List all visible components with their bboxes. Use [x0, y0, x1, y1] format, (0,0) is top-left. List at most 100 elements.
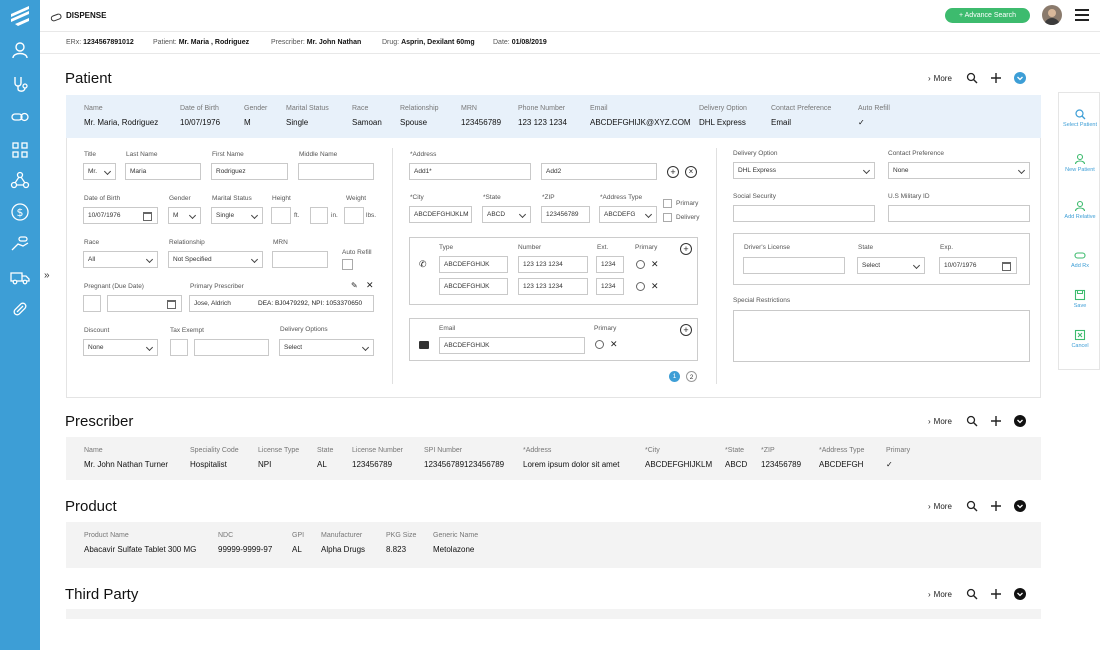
- add-icon[interactable]: [990, 415, 1002, 427]
- expand-sidebar-icon[interactable]: »: [44, 270, 50, 281]
- expand-down-icon[interactable]: [1013, 588, 1026, 600]
- patient-summary-value: 10/07/1976: [180, 118, 221, 127]
- phone-number-input[interactable]: 123 123 1234: [518, 256, 588, 273]
- new-patient-button[interactable]: New Patient: [1059, 153, 1100, 173]
- add-icon[interactable]: [990, 500, 1002, 512]
- brand-logo-icon[interactable]: [9, 5, 31, 27]
- expand-down-icon[interactable]: [1013, 415, 1026, 427]
- stethoscope-icon[interactable]: [10, 74, 30, 94]
- city-input[interactable]: ABCDEFGHIJKLM: [409, 206, 472, 223]
- remove-phone-icon[interactable]: ✕: [651, 282, 659, 291]
- prescriber-summary-value: 123456789123456789: [424, 460, 505, 469]
- capsule-icon[interactable]: [10, 299, 30, 319]
- network-icon[interactable]: [10, 170, 30, 190]
- phone-type-input[interactable]: ABCDEFGHIJK: [439, 256, 508, 273]
- add-icon[interactable]: [990, 72, 1002, 84]
- page-2-button[interactable]: 2: [686, 371, 697, 382]
- height-ft-input[interactable]: [271, 207, 291, 224]
- page-1-button[interactable]: 1: [669, 371, 680, 382]
- discount-select[interactable]: None: [83, 339, 158, 356]
- race-select[interactable]: All: [83, 251, 158, 268]
- tax-exempt-input[interactable]: [194, 339, 269, 356]
- search-icon[interactable]: [966, 588, 978, 600]
- phone-primary-radio[interactable]: [636, 282, 645, 291]
- patient-more-button[interactable]: › More: [928, 74, 952, 83]
- drivers-license-input[interactable]: [743, 257, 845, 274]
- prescriber-summary: Name Mr. John Nathan Turner Speciality Cod…: [66, 437, 1041, 480]
- avatar[interactable]: [1042, 5, 1062, 25]
- select-patient-button[interactable]: Select Patient: [1059, 108, 1100, 128]
- weight-input[interactable]: [344, 207, 364, 224]
- address1-input[interactable]: Add1*: [409, 163, 531, 180]
- phone-ext-input[interactable]: 1234: [596, 278, 624, 295]
- search-icon[interactable]: [966, 415, 978, 427]
- remove-phone-icon[interactable]: ✕: [651, 260, 659, 269]
- gender-select[interactable]: M: [168, 207, 201, 224]
- collapse-up-icon[interactable]: [1013, 72, 1026, 84]
- email-primary-radio[interactable]: [595, 340, 604, 349]
- autorefill-checkbox[interactable]: [342, 259, 353, 270]
- remove-address-icon[interactable]: ×: [685, 166, 697, 178]
- phone-type-input[interactable]: ABCDEFGHIJK: [439, 278, 508, 295]
- edit-icon[interactable]: ✎: [351, 281, 358, 290]
- advance-search-button[interactable]: + Advance Search: [945, 8, 1030, 23]
- add-icon[interactable]: [990, 588, 1002, 600]
- pills-icon[interactable]: [10, 107, 30, 127]
- add-address-icon[interactable]: +: [667, 166, 679, 178]
- marital-select[interactable]: Single: [211, 207, 263, 224]
- add-email-icon[interactable]: +: [680, 324, 692, 336]
- save-button[interactable]: Save: [1059, 289, 1100, 309]
- military-id-input[interactable]: [888, 205, 1030, 222]
- remove-email-icon[interactable]: ✕: [610, 340, 618, 349]
- prescriber-summary-value: ✓: [886, 460, 893, 469]
- height-in-input[interactable]: [310, 207, 328, 224]
- middle-name-input[interactable]: [298, 163, 374, 180]
- delivery-truck-icon[interactable]: [10, 267, 30, 287]
- address2-input[interactable]: Add2: [541, 163, 657, 180]
- cancel-button[interactable]: Cancel: [1059, 329, 1100, 349]
- special-restrictions-textarea[interactable]: [733, 310, 1030, 362]
- hierarchy-icon[interactable]: [10, 140, 30, 160]
- add-relative-button[interactable]: Add Relative: [1059, 200, 1100, 220]
- address-type-select[interactable]: ABCDEFG: [599, 206, 657, 223]
- pill-icon: [1059, 249, 1100, 261]
- ssn-input[interactable]: [733, 205, 875, 222]
- license-state-select[interactable]: Select: [857, 257, 925, 274]
- relationship-select[interactable]: Not Specified: [168, 251, 263, 268]
- due-date-input[interactable]: [107, 295, 182, 312]
- tax-exempt-checkbox[interactable]: [170, 339, 188, 356]
- mrn-input[interactable]: [272, 251, 328, 268]
- dollar-icon[interactable]: $: [10, 202, 30, 222]
- add-phone-icon[interactable]: +: [680, 243, 692, 255]
- phone-ext-input[interactable]: 1234: [596, 256, 624, 273]
- add-rx-button[interactable]: Add Rx: [1059, 249, 1100, 269]
- search-icon[interactable]: [966, 72, 978, 84]
- search-icon[interactable]: [966, 500, 978, 512]
- hand-pill-icon[interactable]: [10, 234, 30, 254]
- title-select[interactable]: Mr.: [83, 163, 116, 180]
- expand-down-icon[interactable]: [1013, 500, 1026, 512]
- phone-primary-label: Primary: [635, 244, 658, 251]
- exp-date-input[interactable]: 10/07/1976: [939, 257, 1017, 274]
- last-name-input[interactable]: Maria: [125, 163, 201, 180]
- user-icon[interactable]: [10, 40, 30, 60]
- first-name-input[interactable]: Rodriguez: [211, 163, 288, 180]
- delivery-option-select[interactable]: DHL Express: [733, 162, 875, 179]
- dob-input[interactable]: 10/07/1976: [83, 207, 158, 224]
- hamburger-menu-icon[interactable]: [1075, 9, 1089, 21]
- primary-prescriber-input[interactable]: Jose, Aldrich DEA: BJ0479292, NPI: 10533…: [189, 295, 374, 312]
- zip-input[interactable]: 123456789: [541, 206, 590, 223]
- state-select[interactable]: ABCD: [482, 206, 531, 223]
- third-party-more-button[interactable]: › More: [928, 590, 952, 599]
- prescriber-more-button[interactable]: › More: [928, 417, 952, 426]
- delivery-options-select[interactable]: Select: [279, 339, 374, 356]
- product-more-button[interactable]: › More: [928, 502, 952, 511]
- email-input[interactable]: ABCDEFGHIJK: [439, 337, 585, 354]
- primary-address-checkbox[interactable]: [663, 199, 672, 208]
- pregnant-checkbox[interactable]: [83, 295, 101, 312]
- phone-number-input[interactable]: 123 123 1234: [518, 278, 588, 295]
- close-icon[interactable]: ✕: [366, 280, 374, 291]
- phone-primary-radio[interactable]: [636, 260, 645, 269]
- contact-pref-select[interactable]: None: [888, 162, 1030, 179]
- delivery-address-checkbox[interactable]: [663, 213, 672, 222]
